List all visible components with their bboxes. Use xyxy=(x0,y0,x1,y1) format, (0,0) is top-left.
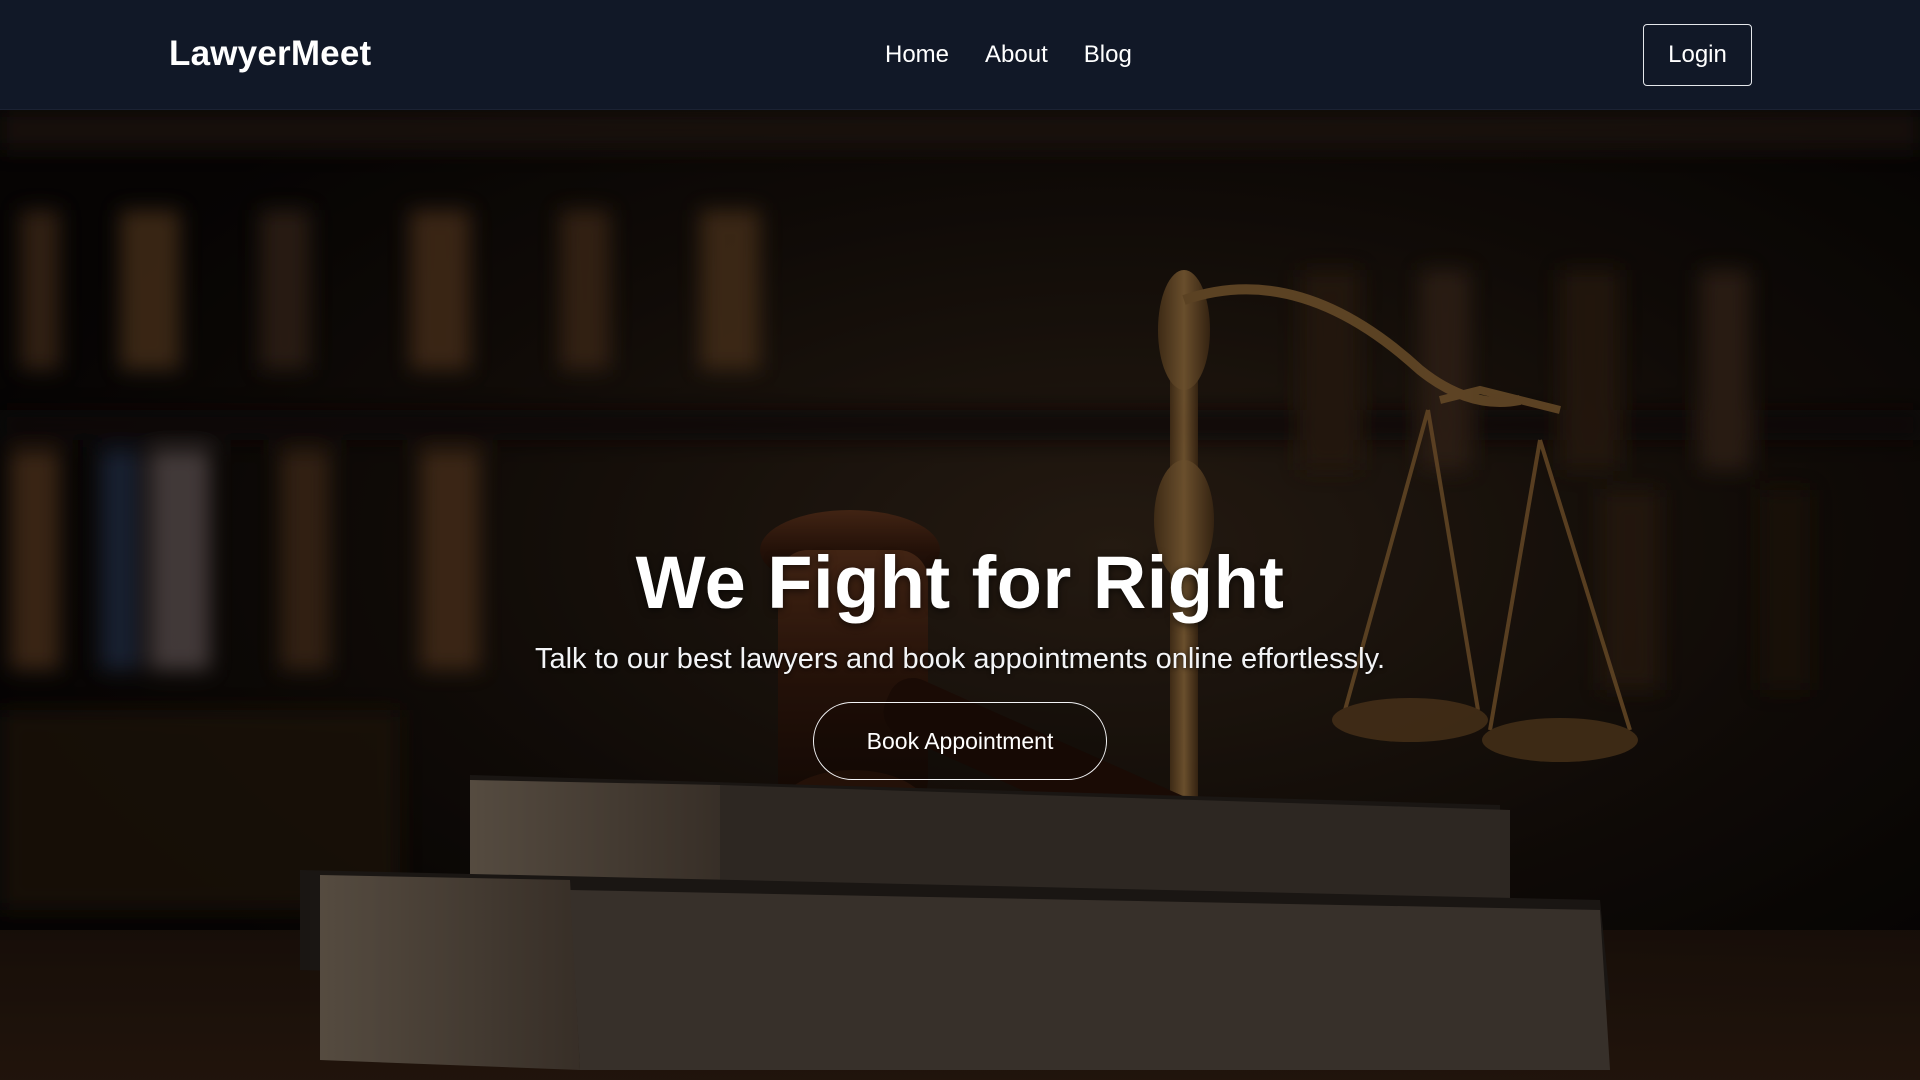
hero-section: We Fight for Right Talk to our best lawy… xyxy=(0,110,1920,1080)
hero-content: We Fight for Right Talk to our best lawy… xyxy=(0,110,1920,1080)
book-appointment-button[interactable]: Book Appointment xyxy=(813,702,1107,780)
nav-link-blog[interactable]: Blog xyxy=(1084,41,1132,69)
navbar: LawyerMeet Home About Blog Login xyxy=(0,0,1920,110)
login-button[interactable]: Login xyxy=(1643,24,1752,86)
brand-logo[interactable]: LawyerMeet xyxy=(169,34,371,74)
nav-link-about[interactable]: About xyxy=(985,41,1048,69)
hero-title: We Fight for Right xyxy=(635,541,1285,624)
hero-subtitle: Talk to our best lawyers and book appoin… xyxy=(534,643,1386,675)
nav-links: Home About Blog xyxy=(885,41,1132,69)
nav-link-home[interactable]: Home xyxy=(885,41,949,69)
